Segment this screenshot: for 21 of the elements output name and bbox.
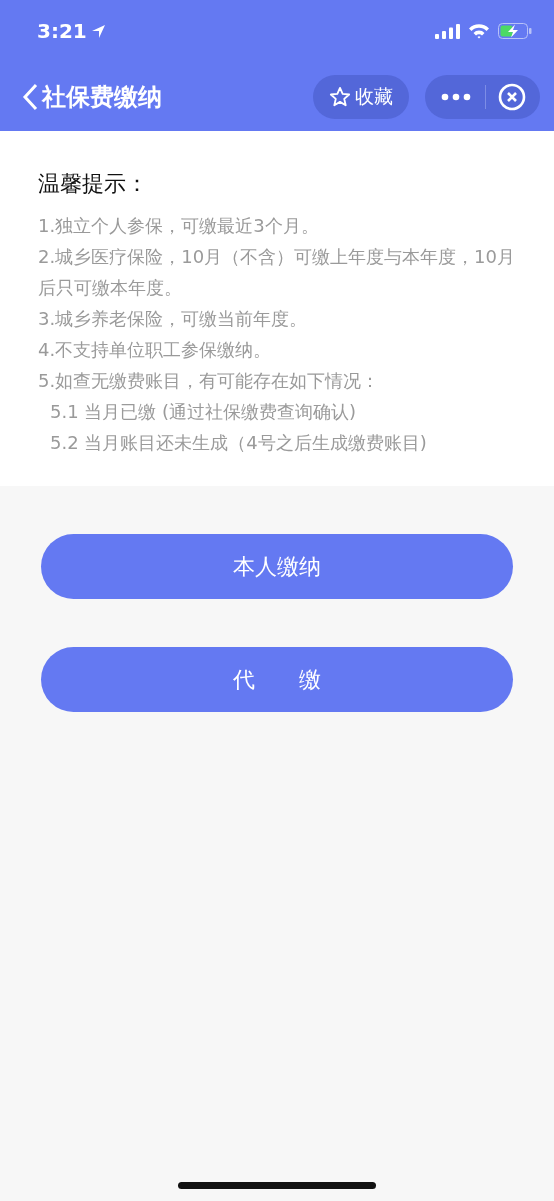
signal-icon [435,23,460,39]
location-arrow-icon [90,23,106,39]
notice-item: 3.城乡养老保险，可缴当前年度。 [38,307,309,331]
back-icon[interactable] [22,82,38,111]
battery-charging-icon [498,23,532,39]
notice-item: 4.不支持单位职工参保缴纳。 [38,338,273,362]
payment-button[interactable]: 本人缴纳 [41,534,513,599]
status-time: 3:21 [37,18,87,45]
payment-button[interactable]: 代 缴 [41,647,513,712]
favorite-button[interactable]: 收藏 [313,74,409,119]
notice-item: 5.2 当月账目还未生成（4号之后生成缴费账目) [49,431,428,455]
page-title: 社保费缴纳 [42,81,162,113]
notice-title: 温馨提示： [38,170,149,198]
wifi-icon [468,23,490,39]
notice-item: 1.独立个人参保，可缴最近3个月。 [38,214,320,238]
star-icon [329,85,351,108]
notice-item: 5.如查无缴费账目，有可能存在如下情况： [38,369,381,393]
close-icon[interactable] [498,82,526,111]
notice-item: 2.城乡医疗保险，10月（不含）可缴上年度与本年度，10月后只可缴本年度。 [38,245,516,300]
more-icon[interactable] [441,92,471,101]
notice-item: 5.1 当月已缴 (通过社保缴费查询确认) [49,400,358,424]
